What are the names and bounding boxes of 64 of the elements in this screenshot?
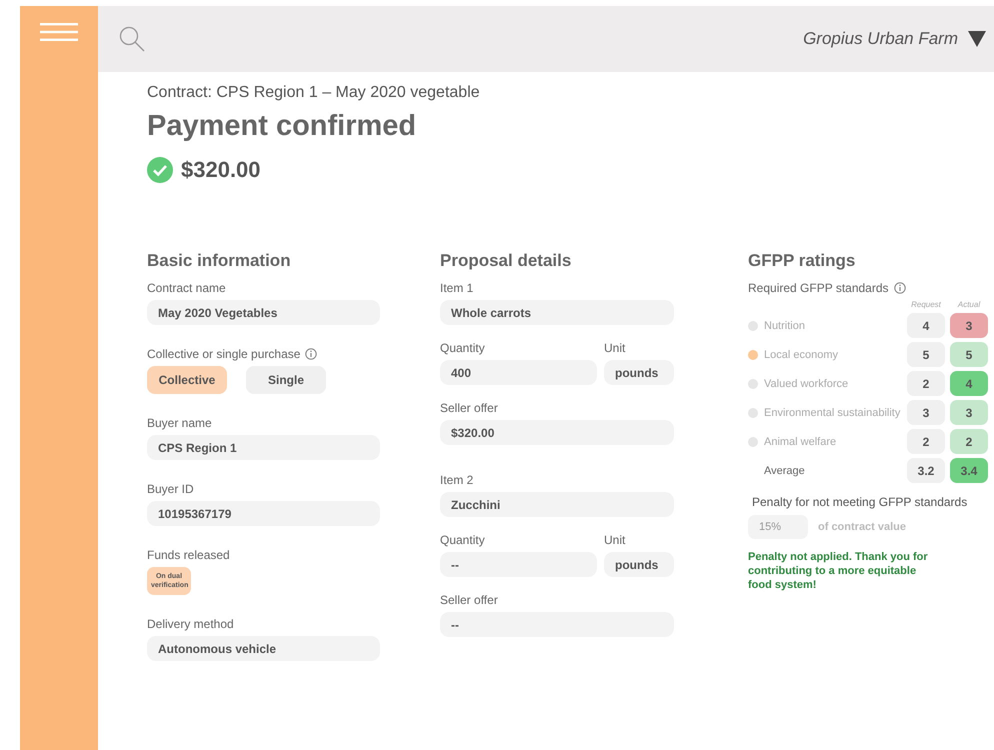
field-label: Unit: [604, 533, 626, 547]
standard-name: Animal welfare: [764, 436, 836, 448]
field-label: Required GFPP standards: [748, 281, 889, 295]
request-rating: 2: [907, 371, 945, 396]
payment-amount: $320.00: [181, 157, 261, 183]
column-header: Request: [910, 300, 942, 309]
penalty-message: Penalty not applied. Thank you for contributing to a more equitable food system!: [748, 551, 929, 592]
actual-rating: 3.4: [950, 458, 988, 483]
penalty-suffix: of contract value: [818, 521, 906, 533]
actual-rating: 3: [950, 313, 988, 338]
average-label: Average: [764, 464, 805, 476]
offer-field[interactable]: --: [440, 612, 674, 637]
page-title: Payment confirmed: [147, 110, 418, 143]
text-field[interactable]: CPS Region 1: [147, 435, 380, 460]
info-icon[interactable]: [305, 348, 318, 360]
request-rating: 2: [907, 429, 945, 454]
offer-field[interactable]: $320.00: [440, 420, 674, 445]
field-label: Collective or single purchase: [147, 347, 300, 361]
field-label: Funds released: [147, 548, 230, 562]
standard-name: Environmental sustainability: [764, 406, 900, 418]
standard-name: Valued workforce: [764, 378, 848, 390]
quantity-field[interactable]: 400: [440, 360, 597, 385]
info-icon[interactable]: [894, 282, 906, 294]
text-field[interactable]: 10195367179: [147, 501, 380, 526]
actual-rating: 3: [950, 400, 988, 425]
field-label: Seller offer: [440, 401, 498, 415]
section-heading: GFPP ratings: [748, 251, 856, 271]
actual-rating: 2: [950, 429, 988, 454]
field-label: Seller offer: [440, 593, 498, 607]
section-heading: Basic information: [147, 251, 292, 271]
field-label: Item 1: [440, 281, 474, 295]
request-rating: 4: [907, 313, 945, 338]
text-field[interactable]: Autonomous vehicle: [147, 636, 380, 662]
quantity-field[interactable]: --: [440, 552, 597, 577]
field-label: Delivery method: [147, 617, 234, 632]
purchase-option[interactable]: Collective: [147, 366, 227, 394]
unit-field[interactable]: pounds: [604, 552, 674, 577]
purchase-option[interactable]: Single: [246, 366, 326, 394]
penalty-label: Penalty for not meeting GFPP standards: [751, 495, 968, 509]
section-heading: Proposal details: [440, 251, 572, 271]
dropdown-caret-icon[interactable]: [968, 31, 986, 47]
penalty-field[interactable]: 15%: [748, 515, 808, 539]
text-field[interactable]: Zucchini: [440, 492, 674, 517]
field-label: Buyer name: [147, 416, 212, 430]
request-rating: 3.2: [907, 458, 945, 483]
field-label: Buyer ID: [147, 482, 194, 496]
field-label: Unit: [604, 341, 626, 355]
unit-field[interactable]: pounds: [604, 360, 674, 385]
text-field[interactable]: May 2020 Vegetables: [147, 300, 380, 325]
request-rating: 5: [907, 342, 945, 367]
text-field[interactable]: Whole carrots: [440, 300, 674, 325]
request-rating: 3: [907, 400, 945, 425]
contract-name: Contract: CPS Region 1 – May 2020 vegetable: [147, 84, 481, 102]
standard-name: Local economy: [764, 348, 838, 360]
actual-rating: 4: [950, 371, 988, 396]
column-header: Actual: [956, 300, 982, 309]
field-label: Quantity: [440, 341, 485, 355]
standard-name: Nutrition: [764, 320, 805, 332]
search-icon[interactable]: [118, 25, 146, 53]
actual-rating: 5: [950, 342, 988, 367]
field-label: Item 2: [440, 473, 474, 487]
field-label: Contract name: [147, 281, 226, 295]
account-name[interactable]: Gropius Urban Farm: [803, 29, 958, 49]
field-label: Quantity: [440, 533, 485, 547]
